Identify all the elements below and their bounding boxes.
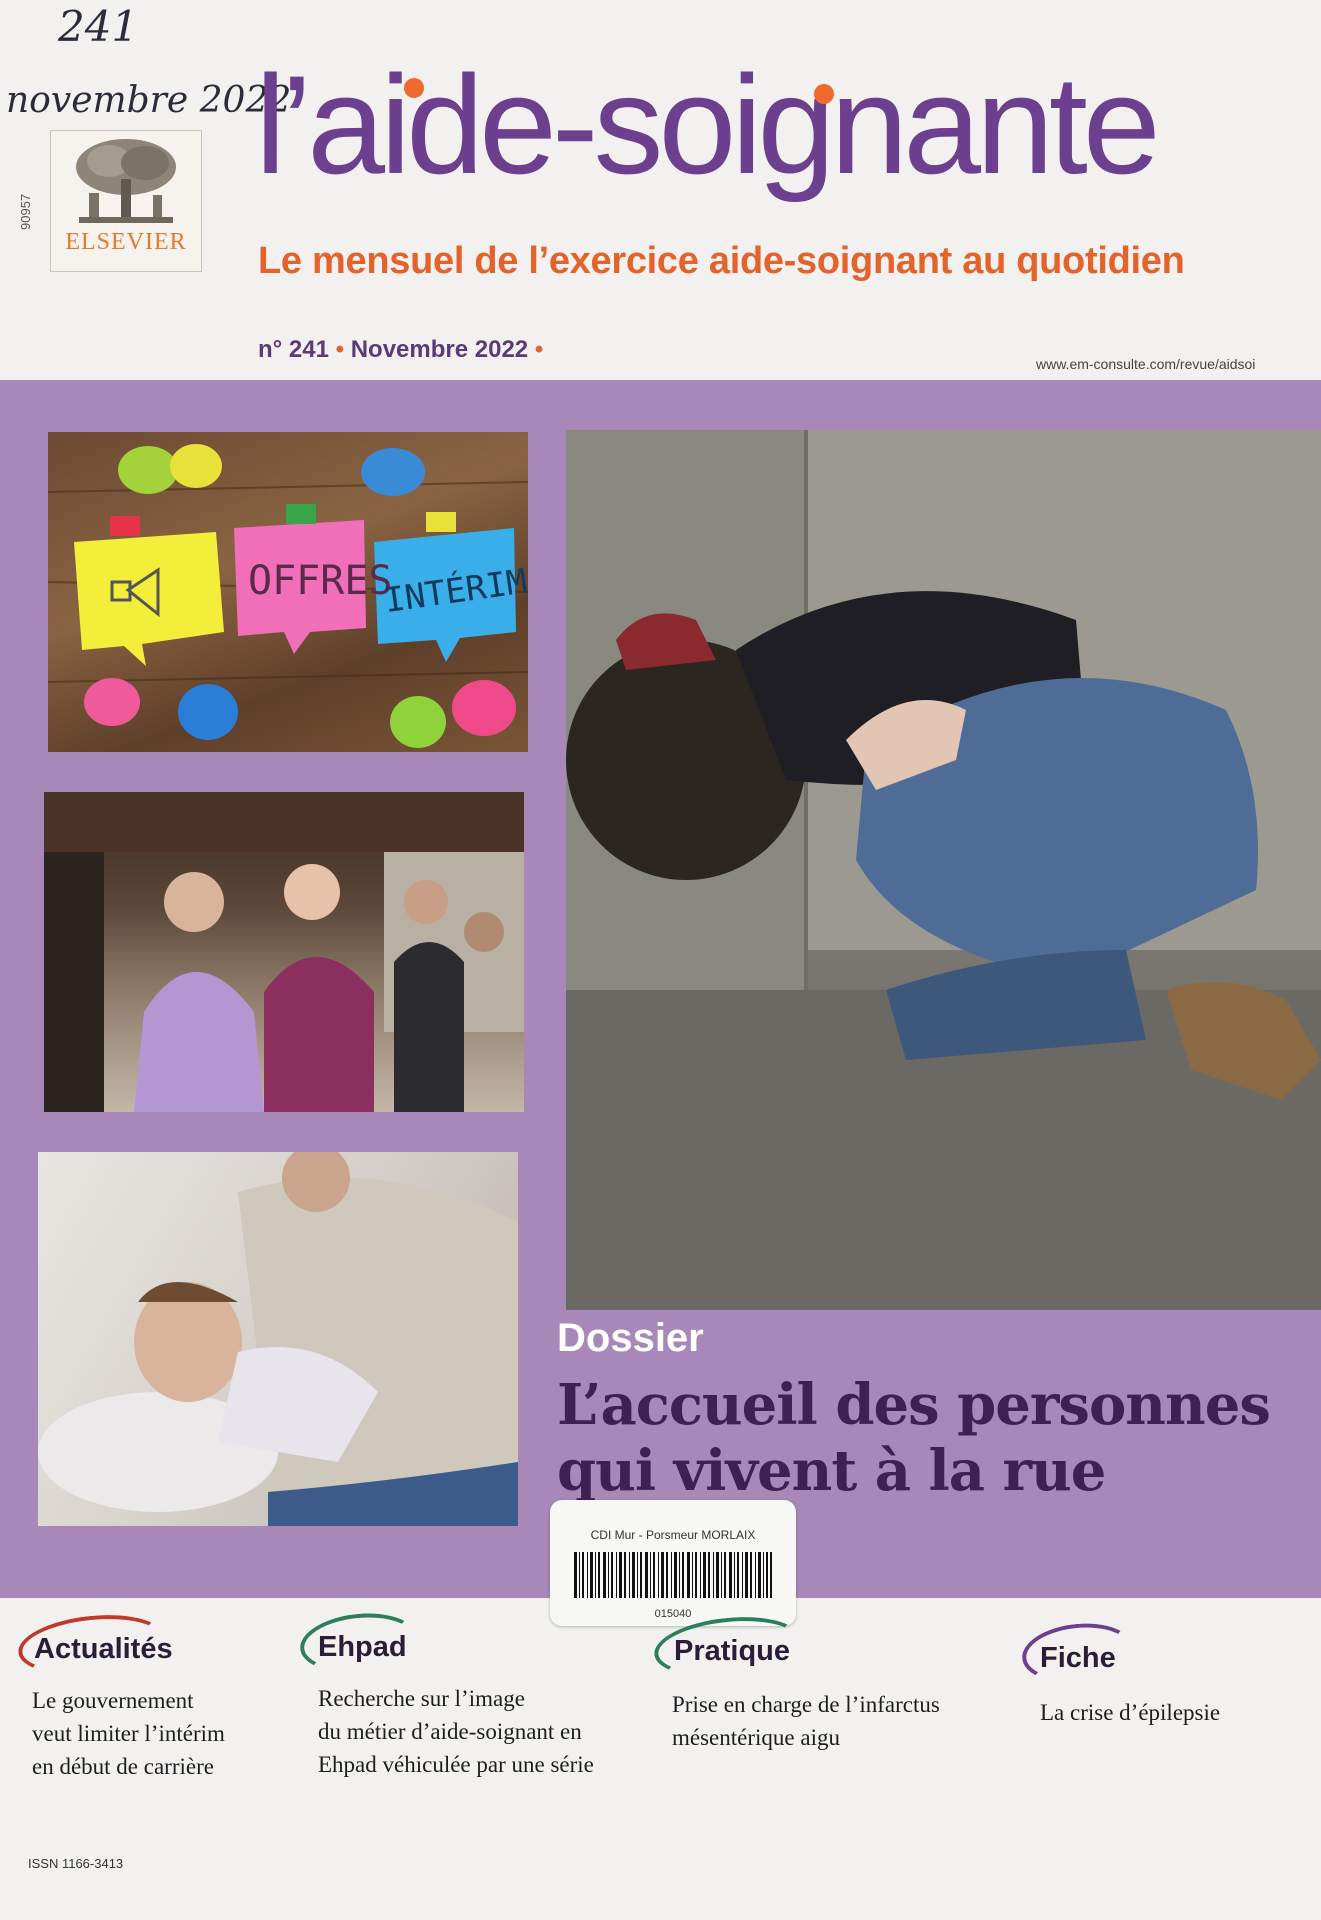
library-barcode-sticker: CDI Mur - Porsmeur MORLAIX 015040 <box>550 1500 796 1626</box>
section-line: mésentérique aigu <box>672 1725 840 1750</box>
elsevier-wordmark: ELSEVIER <box>65 229 187 255</box>
dossier-title: L’accueil des personnes qui vivent à la … <box>557 1372 1271 1504</box>
section-line: La crise d’épilepsie <box>1040 1700 1221 1725</box>
handwritten-issue-number: 241 <box>58 2 139 51</box>
photo-person-sleeping-street <box>566 430 1321 1310</box>
section-line: Recherche sur l’image <box>318 1686 525 1711</box>
section-actualites-text: Le gouvernement veut limiter l’intérim e… <box>32 1684 225 1783</box>
website-url: www.em-consulte.com/revue/aidsoi <box>1036 356 1256 372</box>
magazine-subtitle: Le mensuel de l’exercice aide-soignant a… <box>258 240 1185 282</box>
job-notes-illustration: OFFRES INTÉRIM <box>48 444 528 748</box>
photo-students-scrubs <box>44 792 524 1112</box>
caregiver-illustration <box>38 1152 518 1526</box>
section-line: Ehpad véhiculée par une série <box>318 1752 594 1777</box>
issue-line: n° 241 • Novembre 2022 • <box>258 336 544 363</box>
title-dot-i2 <box>814 84 834 104</box>
issn-number: ISSN 1166-3413 <box>28 1856 124 1871</box>
dossier-title-line1: L’accueil des personnes <box>557 1372 1271 1438</box>
section-line: en début de carrière <box>32 1754 214 1779</box>
publisher-code: 90957 <box>18 193 33 230</box>
photo-job-offers-notes: OFFRES INTÉRIM <box>48 432 528 752</box>
issue-number: n° 241 <box>258 336 329 363</box>
library-name: CDI Mur - Porsmeur MORLAIX <box>590 1528 756 1542</box>
section-line: du métier d’aide-soignant en <box>318 1719 582 1744</box>
section-ehpad-text: Recherche sur l’image du métier d’aide-s… <box>318 1682 594 1781</box>
section-ehpad-heading: Ehpad <box>318 1631 407 1663</box>
handwritten-date: novembre 2022 <box>6 80 292 121</box>
section-line: Le gouvernement <box>32 1688 194 1713</box>
section-fiche-heading: Fiche <box>1040 1642 1116 1674</box>
title-dot-i <box>404 78 424 98</box>
barcode-icon <box>574 1552 772 1598</box>
students-illustration <box>44 792 524 1112</box>
elsevier-tree-icon <box>76 139 176 223</box>
street-illustration <box>566 430 1321 1310</box>
section-pratique-heading: Pratique <box>674 1635 791 1667</box>
magazine-title: l’aide-soignante <box>255 46 1161 203</box>
photo-caregiver-patient <box>38 1152 518 1526</box>
issue-date: Novembre 2022 <box>350 336 529 363</box>
section-line: Prise en charge de l’infarctus <box>672 1692 940 1717</box>
elsevier-logo: ELSEVIER <box>50 130 202 272</box>
section-pratique-text: Prise en charge de l’infarctus mésentéri… <box>672 1688 940 1754</box>
dossier-title-line2: qui vivent à la rue <box>557 1438 1106 1504</box>
note-offres-text: OFFRES <box>248 558 393 604</box>
section-line: veut limiter l’intérim <box>32 1721 225 1746</box>
dossier-label: Dossier <box>557 1316 704 1360</box>
section-fiche-text: La crise d’épilepsie <box>1040 1696 1220 1729</box>
section-actualites-heading: Actualités <box>34 1633 173 1665</box>
